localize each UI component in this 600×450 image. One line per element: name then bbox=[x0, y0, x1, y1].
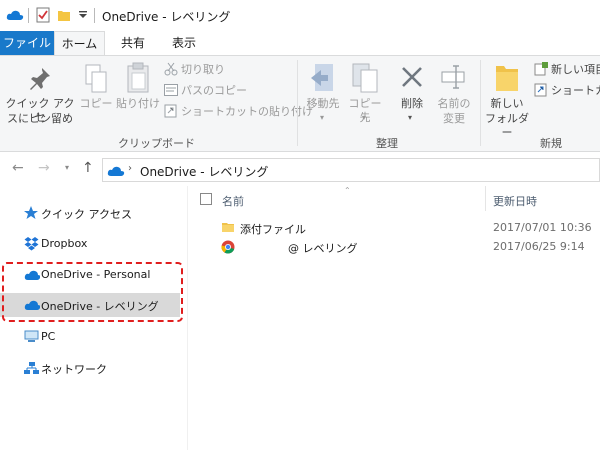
pin-quick-access-button[interactable]: クイック アクセ スにピン留め bbox=[0, 56, 78, 132]
delete-x-icon bbox=[402, 67, 422, 87]
nav-item-network[interactable]: ネットワーク bbox=[0, 356, 180, 380]
ribbon-tabs: ファイル ホーム 共有 表示 bbox=[0, 31, 600, 55]
address-path: OneDrive - レベリング bbox=[140, 165, 269, 179]
scissors-icon bbox=[164, 62, 178, 76]
paste-icon bbox=[127, 62, 149, 93]
copy-path-button[interactable]: パスのコピー bbox=[164, 82, 292, 100]
move-to-dropdown-icon[interactable]: ▾ bbox=[320, 113, 324, 122]
back-arrow-icon[interactable]: ← bbox=[12, 160, 24, 176]
chrome-icon bbox=[221, 240, 235, 254]
highlight-dashed-box bbox=[2, 262, 183, 322]
computer-icon bbox=[24, 330, 39, 342]
properties-icon[interactable] bbox=[36, 7, 50, 23]
move-to-icon bbox=[311, 64, 333, 91]
nav-item-quick-access[interactable]: クイック アクセス bbox=[0, 201, 180, 225]
pin-label-line2: スにピン留め bbox=[7, 112, 73, 125]
shortcut-button[interactable]: ショートカ bbox=[534, 82, 600, 100]
tab-view[interactable]: 表示 bbox=[160, 31, 208, 55]
recent-locations-icon[interactable]: ▾ bbox=[65, 163, 69, 172]
folder-icon bbox=[222, 223, 234, 232]
copy-path-label: パスのコピー bbox=[181, 84, 247, 97]
paste-button[interactable]: 貼り付け bbox=[116, 56, 160, 132]
ribbon: クイック アクセ スにピン留め コピー 貼り付け 切り取り パスのコピー ショー… bbox=[0, 55, 600, 152]
column-resize-handle[interactable] bbox=[485, 186, 486, 211]
move-to-label: 移動先 bbox=[306, 97, 340, 110]
window-title: OneDrive - レベリング bbox=[102, 10, 231, 24]
up-arrow-icon[interactable]: ↑ bbox=[82, 160, 94, 176]
new-item-button[interactable]: 新しい項目 bbox=[534, 61, 600, 79]
copy-label: コピー bbox=[79, 97, 113, 110]
dropbox-icon bbox=[24, 237, 39, 251]
address-bar[interactable]: › OneDrive - レベリング bbox=[102, 158, 600, 182]
address-row: ← → ▾ ↑ › OneDrive - レベリング bbox=[0, 156, 600, 184]
delete-dropdown-icon[interactable]: ▾ bbox=[408, 113, 412, 122]
tab-file[interactable]: ファイル bbox=[0, 31, 54, 55]
onedrive-icon bbox=[6, 10, 24, 20]
column-header-name[interactable]: 名前 bbox=[222, 193, 244, 209]
nav-item-label: PC bbox=[41, 330, 56, 343]
tab-share[interactable]: 共有 bbox=[108, 31, 158, 55]
paste-shortcut-label: ショートカットの貼り付け bbox=[181, 105, 313, 118]
tab-home[interactable]: ホーム bbox=[54, 31, 105, 55]
copy-button[interactable]: コピー bbox=[78, 56, 114, 132]
network-icon bbox=[24, 362, 39, 374]
customize-quick-access-icon[interactable] bbox=[78, 10, 88, 20]
clipboard-group-label: クリップボード bbox=[118, 137, 195, 150]
copy-to-dropdown-icon[interactable]: ▾ bbox=[362, 113, 366, 122]
organize-group-label: 整理 bbox=[376, 137, 398, 150]
nav-item-label: Dropbox bbox=[41, 237, 88, 250]
delete-button[interactable]: 削除 ▾ bbox=[392, 56, 432, 132]
new-folder-label-line1: 新しい bbox=[490, 97, 524, 110]
forward-arrow-icon[interactable]: → bbox=[38, 160, 50, 176]
column-header-modified[interactable]: 更新日時 bbox=[493, 193, 537, 209]
paste-shortcut-icon bbox=[164, 104, 177, 118]
nav-item-dropbox[interactable]: Dropbox bbox=[0, 232, 180, 256]
cut-button[interactable]: 切り取り bbox=[164, 61, 292, 79]
new-item-label: 新しい項目 bbox=[551, 63, 600, 76]
paste-shortcut-button[interactable]: ショートカットの貼り付け bbox=[164, 103, 313, 121]
paste-label: 貼り付け bbox=[116, 97, 160, 110]
new-item-icon bbox=[534, 62, 548, 76]
move-to-button[interactable]: 移動先 ▾ bbox=[301, 56, 345, 132]
new-folder-label-line2: フォルダー bbox=[485, 112, 529, 139]
copy-to-button[interactable]: コピー先 ▾ bbox=[345, 56, 385, 132]
cut-label: 切り取り bbox=[181, 63, 225, 76]
select-all-checkbox[interactable] bbox=[200, 193, 212, 205]
file-date: 2017/06/25 9:14 bbox=[493, 240, 585, 253]
rename-label-line2: 変更 bbox=[443, 112, 465, 125]
nav-item-label: ネットワーク bbox=[41, 363, 107, 376]
shortcut-label: ショートカ bbox=[551, 84, 600, 97]
new-folder-button[interactable]: 新しい フォルダー bbox=[482, 56, 532, 139]
file-date: 2017/07/01 10:36 bbox=[493, 221, 592, 234]
nav-item-pc[interactable]: PC bbox=[0, 325, 180, 349]
pin-icon bbox=[30, 68, 50, 90]
sort-ascending-icon: ⌃ bbox=[344, 186, 351, 195]
rename-icon bbox=[441, 65, 465, 89]
delete-label: 削除 bbox=[401, 97, 423, 110]
copy-icon bbox=[85, 64, 107, 93]
nav-item-label: クイック アクセス bbox=[41, 208, 132, 221]
new-group-label: 新規 bbox=[540, 137, 562, 150]
rename-label-line1: 名前の bbox=[437, 97, 471, 110]
star-icon bbox=[24, 206, 38, 219]
copy-to-icon bbox=[352, 63, 378, 93]
shortcut-icon bbox=[534, 83, 547, 97]
new-folder-quick-icon[interactable] bbox=[57, 8, 71, 22]
table-row[interactable]: @ レベリング 2017/06/25 9:14 bbox=[188, 237, 600, 256]
file-name: 添付ファイル bbox=[240, 223, 306, 236]
file-name: @ レベリング bbox=[288, 242, 358, 255]
table-row[interactable]: 添付ファイル 2017/07/01 10:36 bbox=[188, 218, 600, 237]
new-folder-icon bbox=[496, 66, 518, 91]
file-list: ⌃ 名前 更新日時 添付ファイル 2017/07/01 10:36 @ レベリン… bbox=[188, 186, 600, 450]
copy-path-icon bbox=[164, 84, 178, 96]
title-bar: OneDrive - レベリング bbox=[0, 0, 600, 30]
rename-button[interactable]: 名前の 変更 bbox=[432, 56, 476, 132]
onedrive-icon bbox=[107, 166, 125, 176]
breadcrumb-chevron-icon[interactable]: › bbox=[128, 163, 132, 174]
